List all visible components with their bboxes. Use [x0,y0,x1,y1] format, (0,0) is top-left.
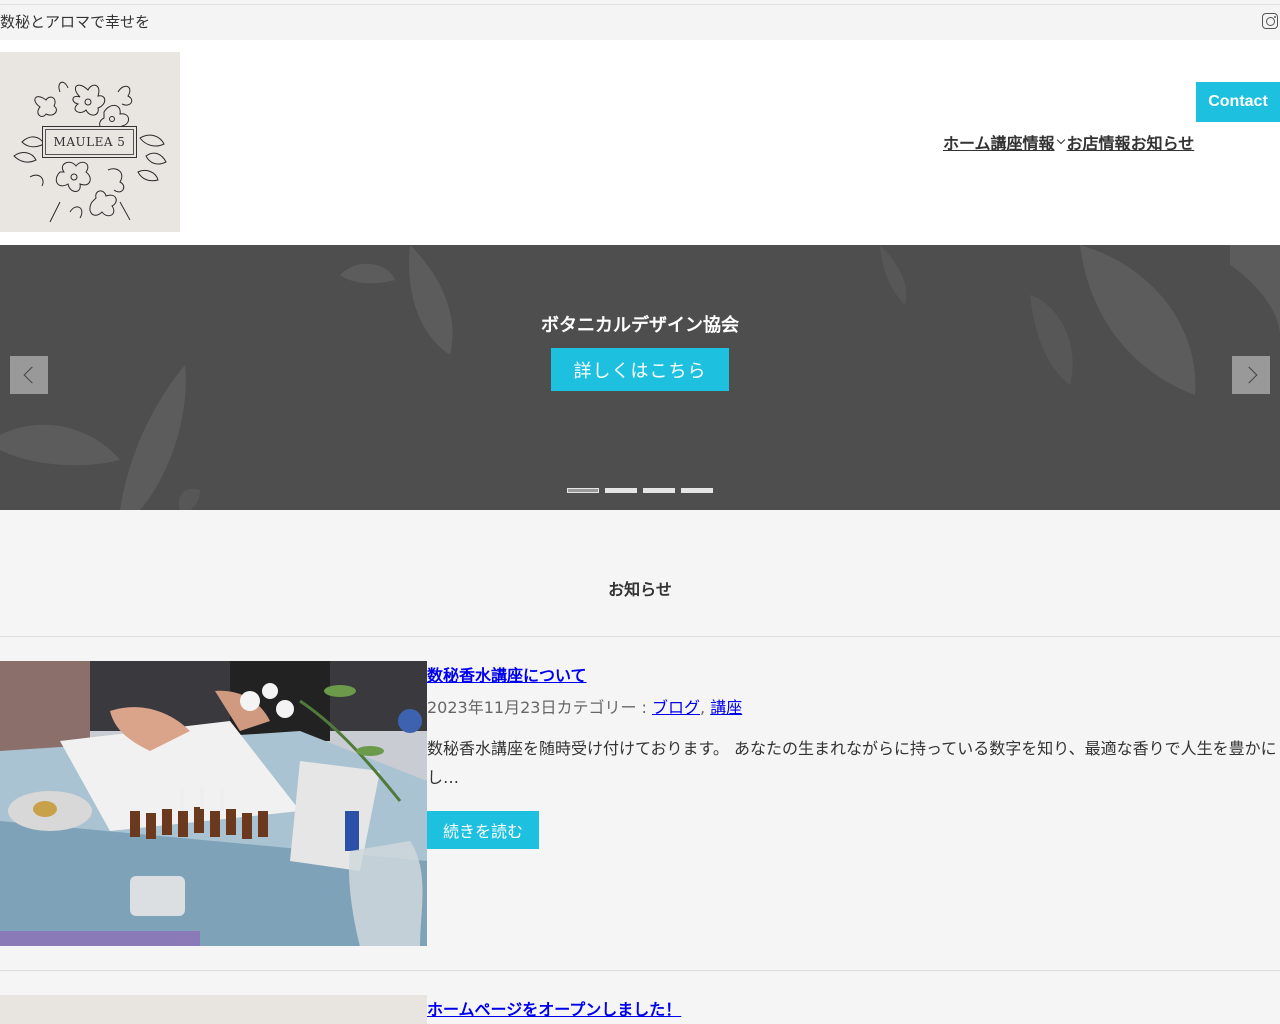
divider [0,970,1280,971]
hero-title: ボタニカルデザイン協会 [541,315,739,336]
slider-dot-2[interactable] [605,488,637,493]
post-meta: 2023年11月23日カテゴリー : ブログ, 講座 [427,698,743,717]
nav-item-courses[interactable]: 講座情報 [991,130,1055,154]
logo-frame: MAULEA 5 [42,126,137,158]
slider-dot-3[interactable] [643,488,675,493]
slider-pagination [567,488,713,493]
perfume-workshop-photo [0,661,427,946]
site-header: MAULEA 5 ホーム 講座情報 お店情報 お知らせ [0,40,1280,245]
site-tagline: 数秘とアロマで幸せを [0,13,151,31]
post-category-prefix: カテゴリー : [556,698,653,717]
main-nav: ホーム 講座情報 お店情報 お知らせ [943,122,1194,162]
chevron-left-icon [23,366,40,384]
divider [0,636,1280,637]
category-link-blog[interactable]: ブログ [652,698,700,717]
post-thumbnail[interactable] [0,661,427,946]
post-excerpt: 数秘香水講座を随時受け付けております。 あなたの生まれながらに持っている数字を知… [427,739,1277,787]
post-date: 2023年11月23日 [427,698,557,717]
slider-prev-button[interactable] [10,356,48,394]
site-logo[interactable]: MAULEA 5 [0,52,180,232]
post-title[interactable]: ホームページをオープンしました！ [427,996,681,1020]
read-more-button[interactable]: 続きを読む [427,811,539,849]
hero-slider: ボタニカルデザイン協会 詳しくはこちら [0,245,1280,510]
category-link-courses[interactable]: 講座 [710,698,742,717]
nav-item-home[interactable]: ホーム [943,130,991,154]
contact-button[interactable]: Contact [1196,82,1280,122]
instagram-icon[interactable] [1262,13,1278,29]
nav-item-shop-info[interactable]: お店情報 [1067,130,1131,154]
hero-details-button[interactable]: 詳しくはこちら [551,348,729,391]
top-bar: 数秘とアロマで幸せを [0,4,1280,40]
post-thumbnail[interactable] [0,995,427,1024]
slider-next-button[interactable] [1232,356,1270,394]
chevron-right-icon [1240,366,1257,384]
logo-text: MAULEA 5 [53,135,126,149]
chevron-down-icon[interactable] [1056,135,1065,145]
news-section-title: お知らせ [608,580,672,599]
nav-item-news[interactable]: お知らせ [1131,130,1195,154]
post-title[interactable]: 数秘香水講座について [427,662,587,686]
slider-dot-1[interactable] [567,488,599,493]
slider-dot-4[interactable] [681,488,713,493]
